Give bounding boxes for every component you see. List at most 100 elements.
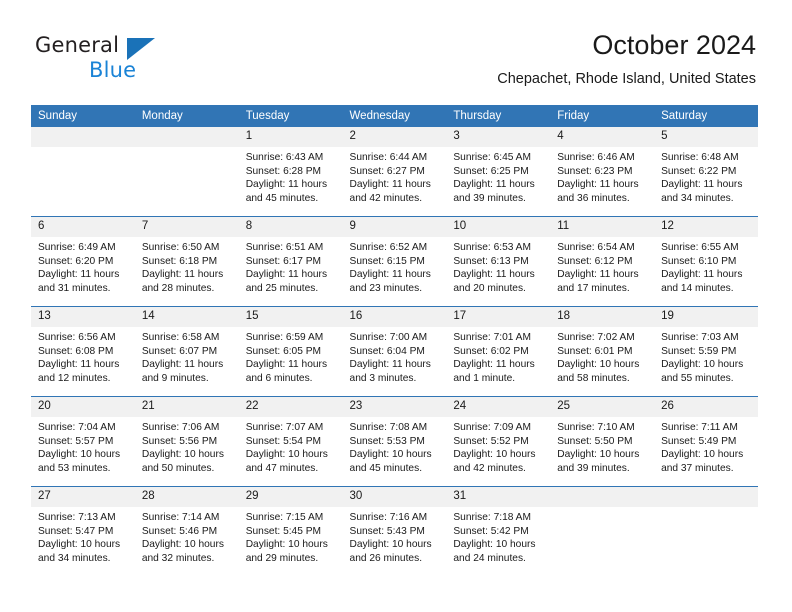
sunrise-text: Sunrise: 6:43 AM <box>245 152 324 163</box>
calendar-day-cell[interactable]: 22 Sunrise: 7:07 AM Sunset: 5:54 PM Dayligh… <box>238 396 343 487</box>
sunrise-text: Sunrise: 6:48 AM <box>661 152 739 163</box>
daylight-text-line2: and 58 minutes. <box>557 372 630 384</box>
day-number: 29 <box>238 487 343 507</box>
day-sun-info: Sunrise: 6:46 AM Sunset: 6:23 PM Daylight:… <box>550 147 654 205</box>
daylight-text-line2: and 9 minutes. <box>141 372 209 384</box>
sunrise-text: Sunrise: 7:03 AM <box>661 332 739 343</box>
calendar-day-cell[interactable]: 26 Sunrise: 7:11 AM Sunset: 5:49 PM Dayligh… <box>654 396 758 487</box>
calendar-day-cell[interactable]: 3 Sunrise: 6:45 AM Sunset: 6:25 PM Daylight… <box>446 127 551 217</box>
calendar-day-cell[interactable]: 9 Sunrise: 6:52 AM Sunset: 6:15 PM Daylight… <box>342 216 447 307</box>
calendar-day-cell[interactable]: 17 Sunrise: 7:01 AM Sunset: 6:02 PM Dayligh… <box>446 306 551 397</box>
daylight-text-line2: and 28 minutes. <box>141 282 215 294</box>
daylight-text-line2: and 20 minutes. <box>453 282 526 294</box>
calendar-day-cell[interactable]: 23 Sunrise: 7:08 AM Sunset: 5:53 PM Dayligh… <box>342 396 447 487</box>
daylight-text-line2: and 3 minutes. <box>349 372 417 384</box>
sunset-text: Sunset: 6:23 PM <box>557 165 633 177</box>
day-sun-info: Sunrise: 7:08 AM Sunset: 5:53 PM Daylight:… <box>343 417 447 475</box>
calendar-day-cell[interactable]: 2 Sunrise: 6:44 AM Sunset: 6:27 PM Daylight… <box>342 127 447 217</box>
sunset-text: Sunset: 5:59 PM <box>661 345 737 357</box>
calendar-day-cell[interactable]: 14 Sunrise: 6:58 AM Sunset: 6:07 PM Dayligh… <box>134 306 239 397</box>
calendar-day-cell[interactable]: 24 Sunrise: 7:09 AM Sunset: 5:52 PM Dayligh… <box>446 396 551 487</box>
sunset-text: Sunset: 6:02 PM <box>453 345 529 357</box>
brand-logo[interactable]: General Blue <box>35 33 245 89</box>
day-sun-info: Sunrise: 6:45 AM Sunset: 6:25 PM Daylight:… <box>446 147 550 205</box>
sunrise-text: Sunrise: 6:53 AM <box>453 242 531 253</box>
calendar-day-cell[interactable]: 6 Sunrise: 6:49 AM Sunset: 6:20 PM Daylight… <box>31 216 135 307</box>
day-number: 12 <box>654 217 758 237</box>
calendar-day-cell[interactable]: 25 Sunrise: 7:10 AM Sunset: 5:50 PM Dayligh… <box>550 396 655 487</box>
day-sun-info: Sunrise: 6:44 AM Sunset: 6:27 PM Daylight:… <box>343 147 447 205</box>
calendar-cell-empty <box>31 127 135 217</box>
day-sun-info: Sunrise: 7:10 AM Sunset: 5:50 PM Daylight:… <box>550 417 654 475</box>
title-block: October 2024 Chepachet, Rhode Island, Un… <box>497 28 756 88</box>
daylight-text-line2: and 34 minutes. <box>661 192 734 204</box>
sunset-text: Sunset: 5:56 PM <box>141 435 218 447</box>
day-sun-info: Sunrise: 6:51 AM Sunset: 6:17 PM Daylight:… <box>239 237 343 295</box>
brand-name-general: General <box>35 33 120 57</box>
calendar-day-cell[interactable]: 27 Sunrise: 7:13 AM Sunset: 5:47 PM Dayligh… <box>31 486 135 576</box>
sunrise-text: Sunrise: 7:02 AM <box>557 332 635 343</box>
calendar-week-row: 13 Sunrise: 6:56 AM Sunset: 6:08 PM Dayligh… <box>31 306 758 397</box>
weekday-header-tuesday: Tuesday <box>238 105 343 127</box>
calendar-day-cell[interactable]: 21 Sunrise: 7:06 AM Sunset: 5:56 PM Dayligh… <box>134 396 239 487</box>
calendar-day-cell[interactable]: 12 Sunrise: 6:55 AM Sunset: 6:10 PM Dayligh… <box>654 216 758 307</box>
calendar-day-cell[interactable]: 30 Sunrise: 7:16 AM Sunset: 5:43 PM Dayligh… <box>342 486 447 576</box>
calendar-day-cell[interactable]: 11 Sunrise: 6:54 AM Sunset: 6:12 PM Dayligh… <box>550 216 655 307</box>
day-number: 1 <box>238 127 343 147</box>
sunset-text: Sunset: 6:22 PM <box>661 165 737 177</box>
calendar-cell-empty <box>134 127 239 217</box>
day-sun-info: Sunrise: 6:53 AM Sunset: 6:13 PM Daylight:… <box>446 237 550 295</box>
calendar-day-cell[interactable]: 18 Sunrise: 7:02 AM Sunset: 6:01 PM Dayligh… <box>550 306 655 397</box>
daylight-text-line1: Daylight: 11 hours <box>557 179 639 191</box>
calendar-day-cell[interactable]: 20 Sunrise: 7:04 AM Sunset: 5:57 PM Dayligh… <box>31 396 135 487</box>
day-number: 4 <box>550 127 655 147</box>
daylight-text-line2: and 6 minutes. <box>245 372 313 384</box>
calendar-day-cell[interactable]: 29 Sunrise: 7:15 AM Sunset: 5:45 PM Dayligh… <box>238 486 343 576</box>
calendar-day-cell[interactable]: 19 Sunrise: 7:03 AM Sunset: 5:59 PM Dayligh… <box>654 306 758 397</box>
day-number: 28 <box>134 487 239 507</box>
weekday-header-wednesday: Wednesday <box>342 105 447 127</box>
sunset-text: Sunset: 5:45 PM <box>245 525 322 537</box>
sunrise-text: Sunrise: 7:06 AM <box>141 422 220 433</box>
daylight-text-line1: Daylight: 11 hours <box>557 269 639 281</box>
sunrise-text: Sunrise: 7:16 AM <box>349 512 428 523</box>
day-number: 5 <box>654 127 758 147</box>
day-number: 11 <box>550 217 655 237</box>
daylight-text-line2: and 17 minutes. <box>557 282 630 294</box>
day-sun-info: Sunrise: 7:06 AM Sunset: 5:56 PM Daylight:… <box>135 417 239 475</box>
daylight-text-line1: Daylight: 10 hours <box>349 449 432 461</box>
calendar-day-cell[interactable]: 8 Sunrise: 6:51 AM Sunset: 6:17 PM Daylight… <box>238 216 343 307</box>
sunrise-text: Sunrise: 7:04 AM <box>38 422 116 433</box>
daylight-text-line1: Daylight: 10 hours <box>557 449 640 461</box>
sunset-text: Sunset: 5:47 PM <box>38 525 114 537</box>
brand-name-blue: Blue <box>89 58 137 82</box>
sunrise-text: Sunrise: 6:46 AM <box>557 152 635 163</box>
day-number: 8 <box>238 217 343 237</box>
calendar-day-cell[interactable]: 31 Sunrise: 7:18 AM Sunset: 5:42 PM Dayligh… <box>446 486 551 576</box>
daylight-text-line2: and 45 minutes. <box>245 192 319 204</box>
calendar-day-cell[interactable]: 7 Sunrise: 6:50 AM Sunset: 6:18 PM Daylight… <box>134 216 239 307</box>
calendar-day-cell[interactable]: 4 Sunrise: 6:46 AM Sunset: 6:23 PM Daylight… <box>550 127 655 217</box>
daylight-text-line2: and 31 minutes. <box>38 282 111 294</box>
daylight-text-line1: Daylight: 11 hours <box>349 359 431 371</box>
sunrise-text: Sunrise: 7:08 AM <box>349 422 428 433</box>
day-number: 18 <box>550 307 655 327</box>
day-number <box>550 487 655 507</box>
calendar-day-cell[interactable]: 28 Sunrise: 7:14 AM Sunset: 5:46 PM Dayligh… <box>134 486 239 576</box>
calendar-day-cell[interactable]: 5 Sunrise: 6:48 AM Sunset: 6:22 PM Daylight… <box>654 127 758 217</box>
sunrise-text: Sunrise: 6:56 AM <box>38 332 116 343</box>
daylight-text-line2: and 42 minutes. <box>453 462 526 474</box>
calendar-day-cell[interactable]: 1 Sunrise: 6:43 AM Sunset: 6:28 PM Daylight… <box>238 127 343 217</box>
calendar-day-cell[interactable]: 10 Sunrise: 6:53 AM Sunset: 6:13 PM Dayligh… <box>446 216 551 307</box>
sunrise-text: Sunrise: 6:58 AM <box>141 332 220 343</box>
calendar-day-cell[interactable]: 15 Sunrise: 6:59 AM Sunset: 6:05 PM Dayligh… <box>238 306 343 397</box>
calendar-day-cell[interactable]: 13 Sunrise: 6:56 AM Sunset: 6:08 PM Dayligh… <box>31 306 135 397</box>
sunrise-text: Sunrise: 7:15 AM <box>245 512 324 523</box>
sunset-text: Sunset: 6:17 PM <box>245 255 322 267</box>
day-sun-info: Sunrise: 7:07 AM Sunset: 5:54 PM Daylight:… <box>239 417 343 475</box>
calendar-day-cell[interactable]: 16 Sunrise: 7:00 AM Sunset: 6:04 PM Dayligh… <box>342 306 447 397</box>
sunset-text: Sunset: 6:20 PM <box>38 255 114 267</box>
day-number: 14 <box>134 307 239 327</box>
day-number: 31 <box>446 487 551 507</box>
sunrise-text: Sunrise: 7:13 AM <box>38 512 116 523</box>
